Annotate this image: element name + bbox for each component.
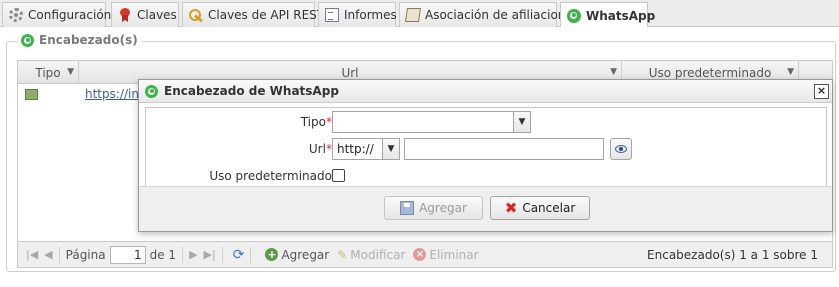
column-label: Uso predeterminado bbox=[648, 65, 772, 80]
tab-configuracion[interactable]: Configuración bbox=[2, 2, 111, 27]
book-icon bbox=[405, 8, 421, 22]
delete-button[interactable]: × Eliminar bbox=[413, 247, 479, 262]
dialog-titlebar[interactable]: Encabezado de WhatsApp × bbox=[139, 80, 832, 103]
refresh-icon[interactable]: ⟳ bbox=[233, 247, 245, 263]
divider bbox=[182, 246, 184, 263]
gear-icon bbox=[9, 8, 23, 22]
divider bbox=[221, 246, 223, 263]
chevron-down-icon[interactable]: ▼ bbox=[513, 112, 530, 132]
save-icon bbox=[400, 201, 415, 215]
pencil-icon: ✎ bbox=[337, 247, 348, 262]
protocol-value: http:// bbox=[337, 142, 374, 156]
divider bbox=[250, 246, 252, 263]
close-button[interactable]: × bbox=[814, 84, 829, 99]
ribbon-icon bbox=[118, 8, 132, 22]
page-label: Página bbox=[65, 247, 106, 262]
uso-label: Uso predeterminado: bbox=[209, 169, 336, 183]
form-row-tipo: Tipo*: ▼ bbox=[146, 110, 826, 134]
last-page-icon[interactable]: ▶| bbox=[204, 248, 216, 261]
protocol-select[interactable]: http:// ▼ bbox=[332, 138, 400, 160]
column-tipo[interactable]: Tipo ▼ bbox=[18, 61, 79, 84]
page-count: de 1 bbox=[149, 247, 177, 262]
label-text: Tipo bbox=[300, 115, 326, 129]
divider bbox=[58, 246, 60, 263]
plus-icon: + bbox=[265, 248, 279, 261]
whatsapp-header-dialog: Encabezado de WhatsApp × Tipo*: ▼ Url*: … bbox=[138, 79, 833, 232]
cancel-button[interactable]: ✖ Cancelar bbox=[490, 196, 590, 220]
tab-label: Claves bbox=[137, 8, 177, 22]
tab-claves[interactable]: Claves bbox=[111, 2, 179, 27]
url-input[interactable] bbox=[404, 138, 604, 160]
preview-url-button[interactable] bbox=[610, 138, 632, 160]
key-icon bbox=[189, 8, 203, 22]
first-page-icon[interactable]: |◀ bbox=[26, 248, 38, 261]
next-page-icon[interactable]: ▶ bbox=[189, 248, 197, 261]
label-text: Url bbox=[308, 142, 326, 156]
form-row-uso: Uso predeterminado: bbox=[146, 164, 826, 188]
grid-pager: |◀ ◀ Página 1 de 1 ▶ ▶| ⟳ + Agregar ✎ Mo… bbox=[18, 241, 832, 267]
tab-asociacion-afiliaciones[interactable]: Asociación de afiliaciones bbox=[399, 2, 579, 27]
prev-page-icon[interactable]: ◀ bbox=[44, 248, 52, 261]
save-label: Agregar bbox=[419, 201, 467, 215]
whatsapp-icon bbox=[567, 8, 581, 23]
save-button[interactable]: Agregar bbox=[384, 196, 483, 220]
chevron-down-icon[interactable]: ▼ bbox=[787, 67, 794, 77]
section-title: Encabezado(s) bbox=[39, 33, 138, 47]
chevron-down-icon[interactable]: ▼ bbox=[610, 67, 617, 77]
chevron-down-icon[interactable]: ▼ bbox=[382, 139, 399, 159]
add-button[interactable]: + Agregar bbox=[265, 248, 329, 262]
edit-button[interactable]: ✎ Modificar bbox=[337, 248, 405, 262]
dialog-title: Encabezado de WhatsApp bbox=[164, 84, 339, 98]
chevron-down-icon[interactable]: ▼ bbox=[67, 67, 74, 77]
pager-info: Encabezado(s) 1 a 1 sobre 1 bbox=[647, 247, 818, 262]
uso-predeterminado-checkbox[interactable] bbox=[332, 169, 345, 182]
close-icon: ✖ bbox=[504, 199, 518, 217]
edit-label: Modificar bbox=[350, 247, 406, 262]
tab-label: Configuración bbox=[28, 8, 112, 22]
whatsapp-type-icon bbox=[25, 89, 38, 100]
delete-label: Eliminar bbox=[429, 247, 479, 262]
tab-label: Informes bbox=[344, 8, 397, 22]
report-icon bbox=[325, 8, 339, 22]
tab-whatsapp[interactable]: WhatsApp bbox=[560, 2, 655, 28]
form-row-url: Url*: http:// ▼ bbox=[146, 137, 826, 161]
tab-bar: Configuración Claves Claves de API REST … bbox=[0, 0, 839, 28]
cancel-label: Cancelar bbox=[522, 201, 576, 215]
dialog-form: Tipo*: ▼ Url*: http:// ▼ Uso predetermin… bbox=[145, 107, 827, 187]
tipo-select[interactable]: ▼ bbox=[332, 111, 531, 133]
page-input[interactable]: 1 bbox=[109, 245, 146, 264]
whatsapp-icon bbox=[21, 33, 34, 47]
dialog-footer: Agregar ✖ Cancelar bbox=[139, 186, 832, 231]
add-label: Agregar bbox=[281, 247, 330, 262]
delete-icon: × bbox=[413, 248, 427, 261]
column-label: Url bbox=[341, 65, 359, 80]
eye-icon bbox=[615, 145, 627, 153]
column-label: Tipo bbox=[35, 65, 61, 80]
tab-label: WhatsApp bbox=[586, 8, 656, 23]
tab-label: Claves de API REST bbox=[208, 8, 325, 22]
tab-informes[interactable]: Informes bbox=[318, 2, 397, 27]
tab-label: Asociación de afiliaciones bbox=[425, 8, 580, 22]
tipo-label: Tipo*: bbox=[301, 115, 336, 129]
whatsapp-icon bbox=[145, 84, 158, 98]
fieldset-legend: Encabezado(s) bbox=[17, 33, 142, 47]
tab-claves-api-rest[interactable]: Claves de API REST bbox=[182, 2, 324, 27]
row-url-link[interactable]: https://in bbox=[85, 87, 139, 101]
